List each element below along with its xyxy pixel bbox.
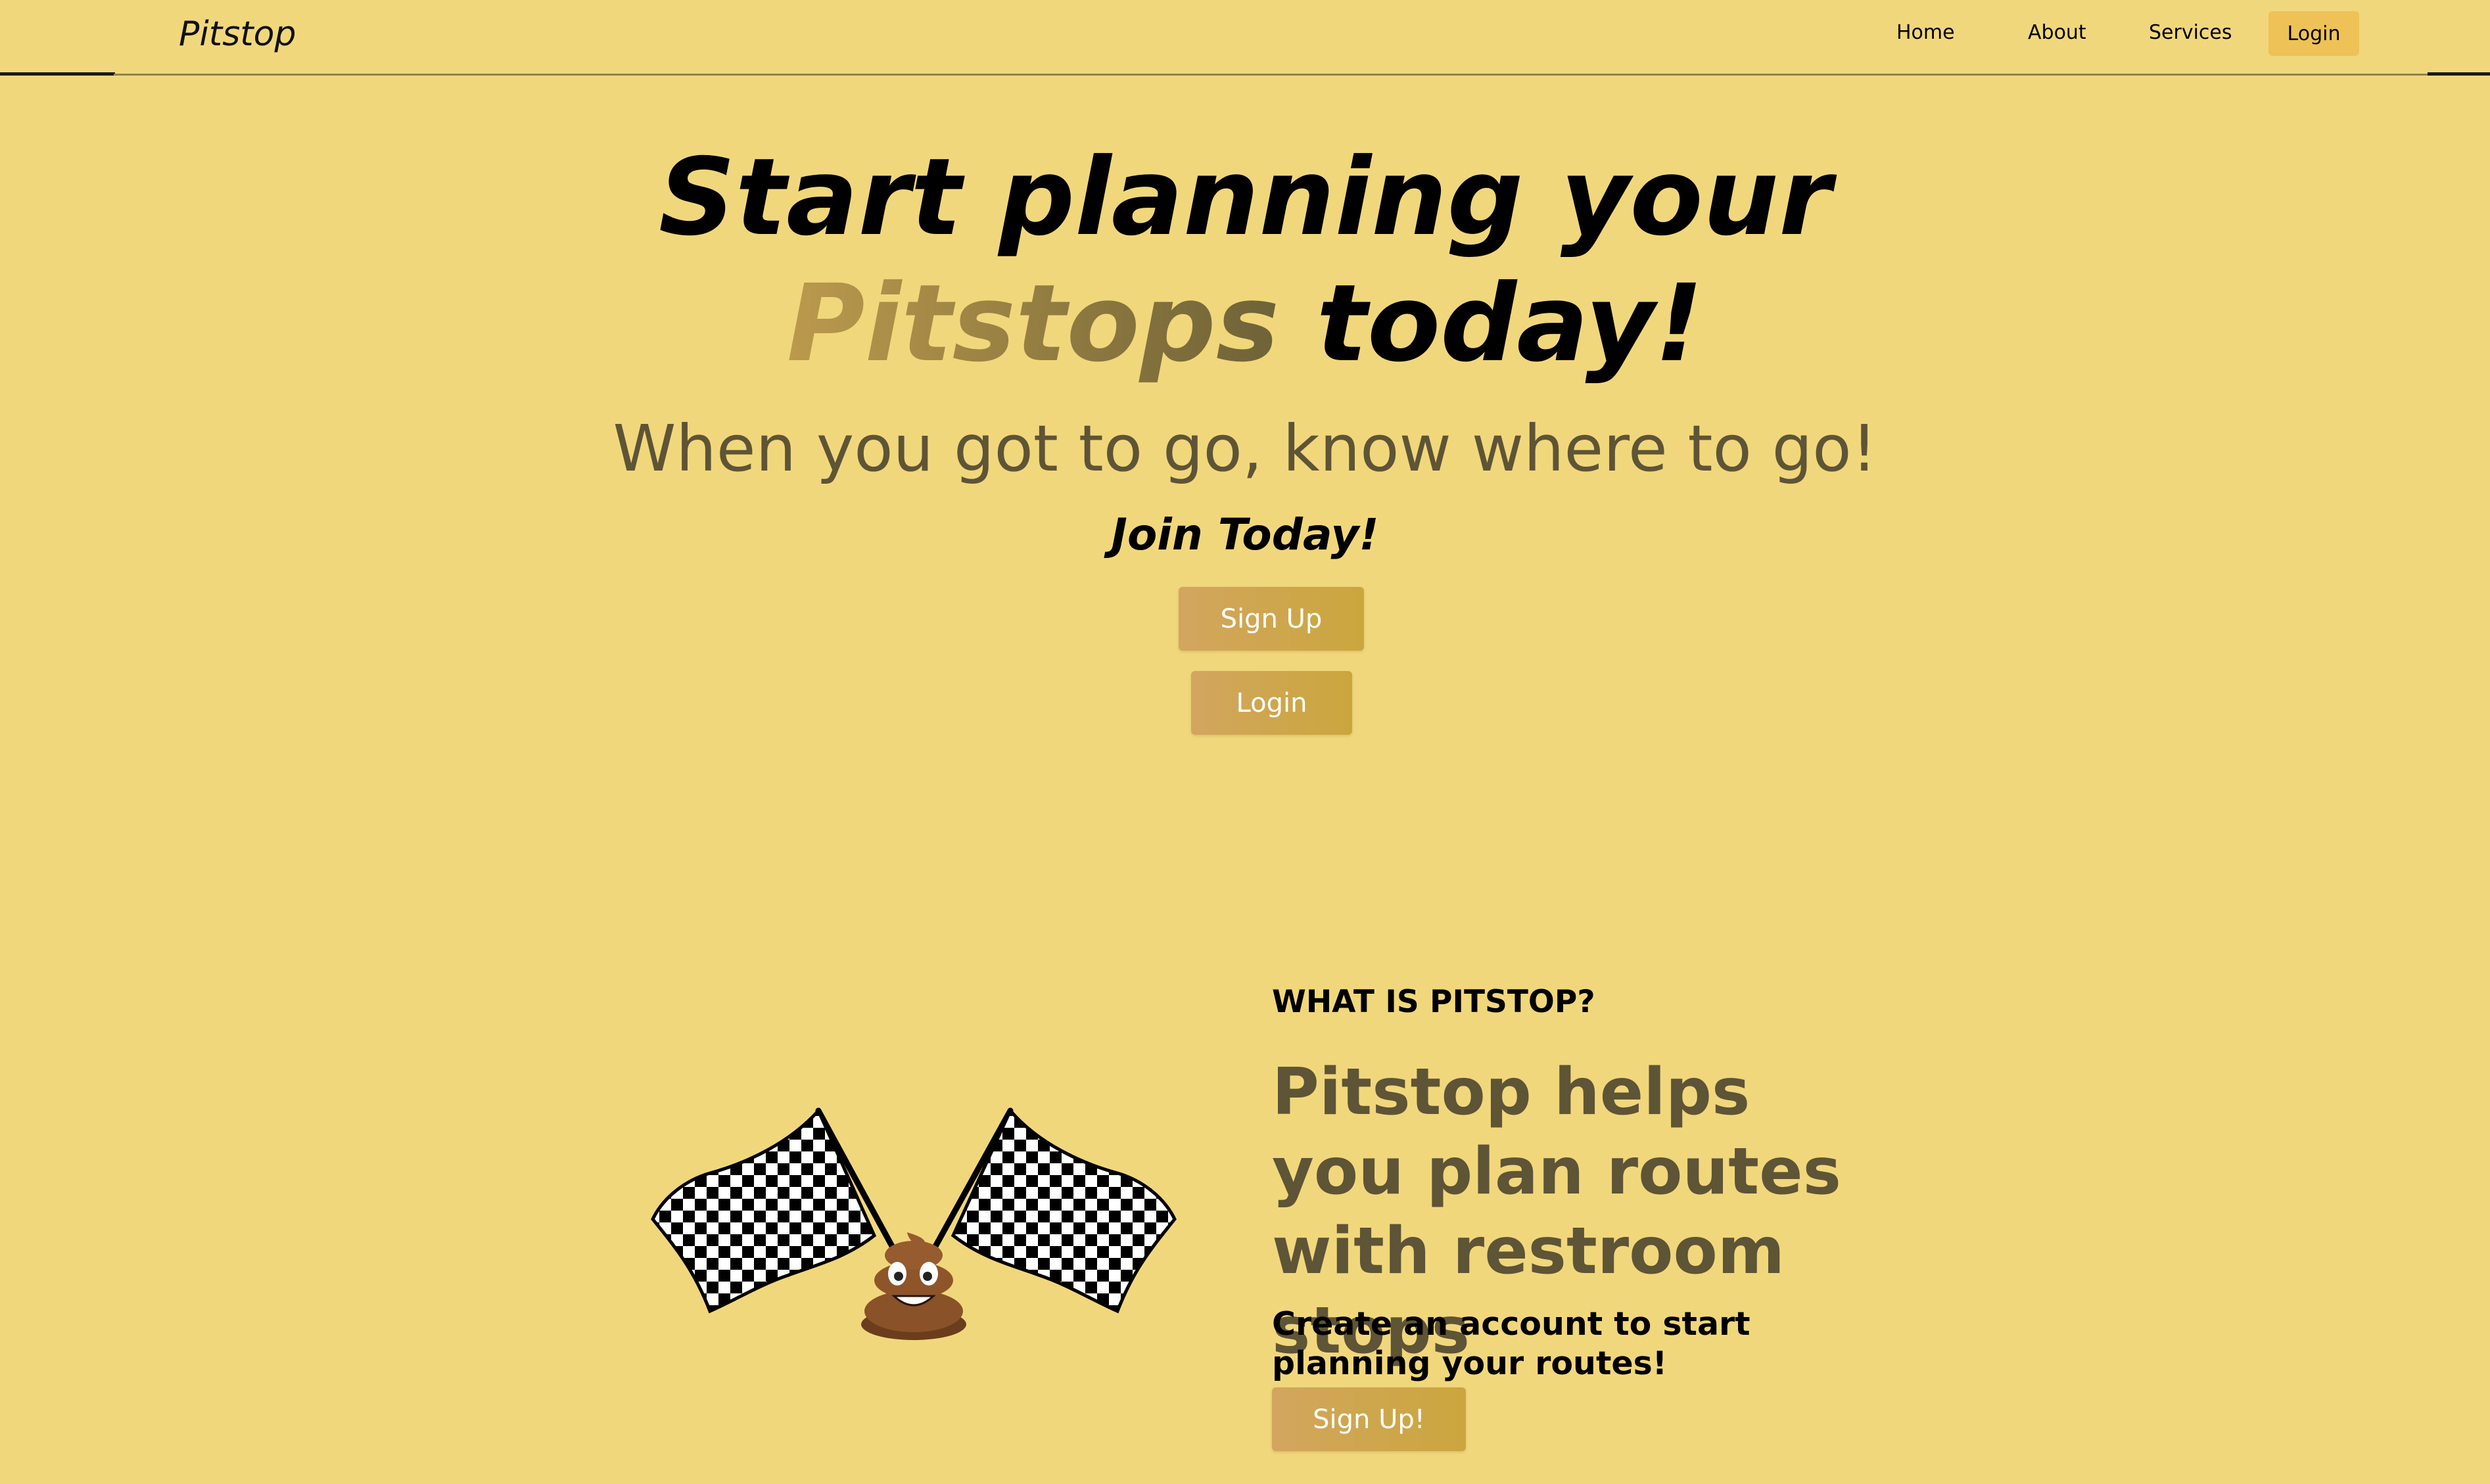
hero-title: Start planning your Pitstops today! — [0, 135, 2490, 387]
hero-title-rest: today! — [1279, 262, 1704, 386]
nav-link-about[interactable]: About — [2028, 17, 2086, 49]
hero-subtitle: When you got to go, know where to go! — [613, 411, 1877, 486]
about-cta-text: Create an account to start planning your… — [1272, 1305, 1750, 1382]
hero-title-line1: Start planning your — [659, 136, 1831, 260]
poop-emoji-icon — [861, 1232, 966, 1340]
hero-title-accent: Pitstops — [786, 262, 1280, 386]
checkered-flags-image — [651, 1107, 1177, 1340]
nav-link-home[interactable]: Home — [1896, 17, 1955, 49]
brand-logo-link[interactable]: Pitstop — [179, 9, 296, 59]
about-signup-button[interactable]: Sign Up! — [1272, 1387, 1466, 1451]
navbar: Pitstop Home About Services Login — [0, 0, 2490, 76]
hero-signup-button[interactable]: Sign Up — [1179, 587, 1364, 651]
hero-login-button[interactable]: Login — [1191, 671, 1352, 735]
nav-login-button[interactable]: Login — [2268, 11, 2359, 56]
navbar-divider — [114, 74, 2430, 76]
nav-link-services[interactable]: Services — [2149, 17, 2232, 49]
join-today-text: Join Today! — [1111, 509, 1379, 560]
navbar-divider-right — [2428, 72, 2490, 76]
checkered-flag-icon — [924, 1107, 1177, 1314]
checkered-flag-icon — [651, 1107, 904, 1314]
navbar-divider-left — [0, 72, 115, 76]
about-eyebrow: WHAT IS PITSTOP? — [1272, 984, 1595, 1020]
